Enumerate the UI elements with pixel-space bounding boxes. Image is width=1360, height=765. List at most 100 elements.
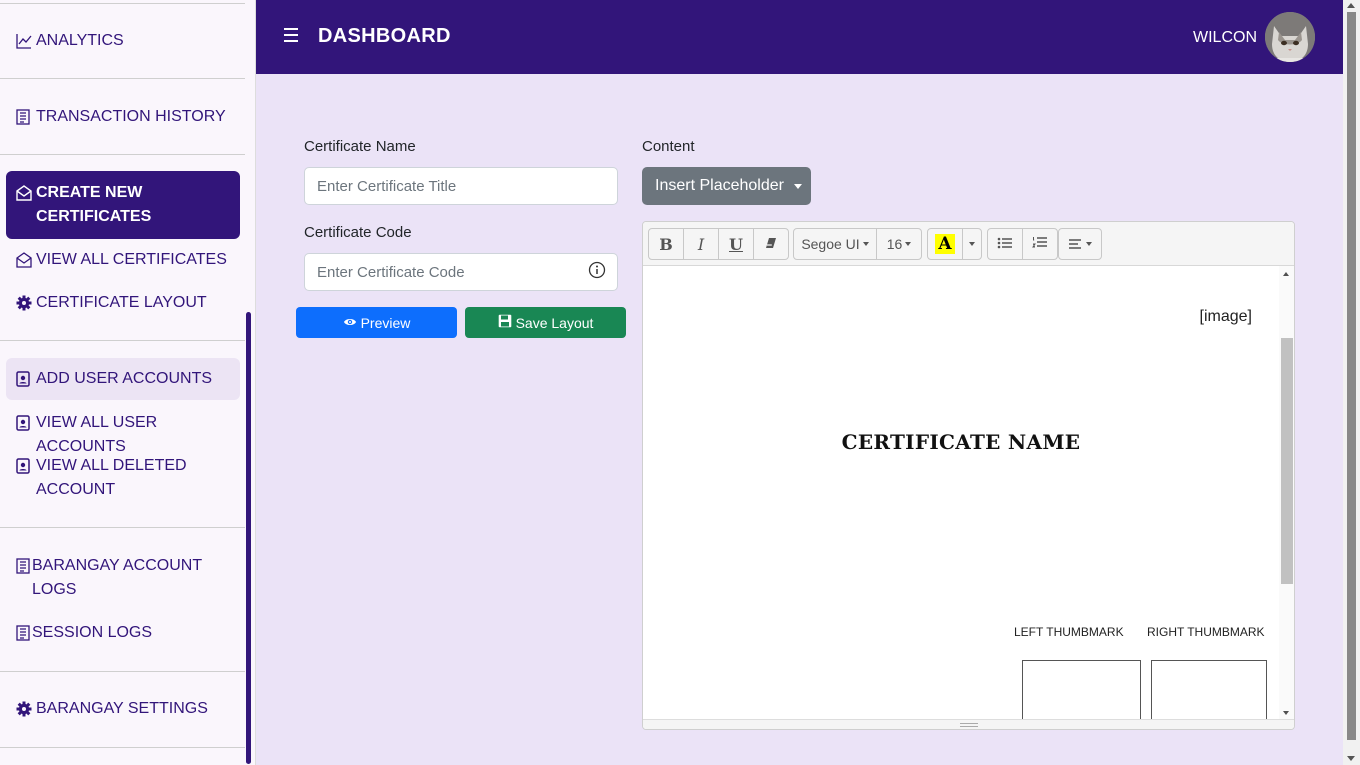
font-size-value: 16 xyxy=(886,236,903,252)
floppy-disk-icon xyxy=(498,314,512,331)
page-title: DASHBOARD xyxy=(318,25,451,47)
rich-text-editor: B I U Segoe UI 16 A [image] CERTIFICATE … xyxy=(642,221,1295,730)
sidebar-item-label: VIEW ALL CERTIFICATES xyxy=(36,251,227,268)
scroll-up-arrow-icon[interactable] xyxy=(1283,272,1289,276)
username[interactable]: WILCON xyxy=(1193,29,1257,47)
person-badge-icon xyxy=(16,411,36,435)
hamburger-menu-icon[interactable] xyxy=(284,28,298,46)
preview-button-label: Preview xyxy=(360,314,411,331)
sidebar-item-view-all-certificates[interactable]: VIEW ALL CERTIFICATES xyxy=(6,248,240,272)
sidebar-item-label: CERTIFICATE LAYOUT xyxy=(36,294,207,311)
certificate-code-label: Certificate Code xyxy=(304,224,412,241)
save-layout-button[interactable]: Save Layout xyxy=(465,307,626,338)
caret-down-icon xyxy=(862,242,869,246)
sidebar-divider xyxy=(0,78,245,79)
insert-placeholder-dropdown[interactable]: Insert Placeholder xyxy=(642,167,811,205)
sidebar-item-analytics[interactable]: ANALYTICS xyxy=(6,29,240,53)
grip-icon xyxy=(960,723,978,727)
preview-button[interactable]: Preview xyxy=(296,307,457,338)
italic-icon: I xyxy=(697,234,705,254)
caret-down-icon xyxy=(793,183,802,189)
bold-icon: B xyxy=(659,234,673,254)
sidebar-item-label: ADD USER ACCOUNTS xyxy=(36,370,213,387)
certificate-name-placeholder: CERTIFICATE NAME xyxy=(841,430,1081,454)
sidebar-divider xyxy=(0,340,245,341)
text-color-dropdown[interactable] xyxy=(962,228,982,260)
editor-scroll-thumb[interactable] xyxy=(1281,338,1293,584)
clear-format-button[interactable] xyxy=(753,228,789,260)
sidebar-item-certificate-layout[interactable]: CERTIFICATE LAYOUT xyxy=(6,291,240,315)
certificate-code-input[interactable]: Enter Certificate Code xyxy=(304,253,577,291)
receipt-icon xyxy=(16,105,36,129)
page-scroll-thumb[interactable] xyxy=(1347,12,1356,740)
chart-line-icon xyxy=(16,29,36,53)
sidebar-divider xyxy=(0,747,245,748)
font-color-icon: A xyxy=(935,234,955,254)
sidebar-item-view-all-deleted-account[interactable]: VIEW ALL DELETED ACCOUNT xyxy=(6,454,240,502)
caret-down-icon xyxy=(905,242,912,246)
sidebar-divider xyxy=(0,3,245,4)
avatar[interactable] xyxy=(1265,12,1315,62)
sidebar-item-label: ANALYTICS xyxy=(36,32,124,49)
sidebar-scrollbar[interactable] xyxy=(246,312,251,764)
certificate-name-label: Certificate Name xyxy=(304,138,416,155)
person-badge-icon xyxy=(16,454,36,478)
scroll-up-arrow-icon[interactable] xyxy=(1347,3,1355,8)
underline-button[interactable]: U xyxy=(718,228,754,260)
editor-resize-handle[interactable] xyxy=(643,719,1294,729)
unordered-list-button[interactable] xyxy=(987,228,1023,260)
info-circle-icon xyxy=(588,261,606,284)
sidebar-item-label: VIEW ALL USER ACCOUNTS xyxy=(36,414,158,455)
sidebar-item-barangay-settings[interactable]: BARANGAY SETTINGS xyxy=(6,697,240,721)
ordered-list-button[interactable] xyxy=(1022,228,1058,260)
sidebar-item-session-logs[interactable]: SESSION LOGS xyxy=(6,621,240,645)
top-header: DASHBOARD WILCON xyxy=(256,0,1343,74)
editor-scrollbar[interactable] xyxy=(1279,266,1294,721)
list-bullets-icon xyxy=(997,236,1013,252)
caret-down-icon xyxy=(969,242,975,246)
left-thumbmark-box xyxy=(1022,660,1141,721)
text-color-button[interactable]: A xyxy=(927,228,963,260)
save-layout-button-label: Save Layout xyxy=(515,314,594,331)
gear-icon xyxy=(16,291,36,315)
sidebar-item-label: VIEW ALL DELETED ACCOUNT xyxy=(36,457,187,498)
sidebar-item-transaction-history[interactable]: TRANSACTION HISTORY xyxy=(6,105,240,129)
align-left-icon xyxy=(1068,236,1083,252)
font-size-dropdown[interactable]: 16 xyxy=(876,228,922,260)
list-numbers-icon xyxy=(1032,236,1048,253)
page-scrollbar[interactable] xyxy=(1343,0,1360,765)
sidebar-divider xyxy=(0,671,245,672)
image-placeholder: [image] xyxy=(1199,308,1252,325)
sidebar-item-create-new-certificates[interactable]: CREATE NEW CERTIFICATES xyxy=(6,171,240,239)
sidebar-item-label: BARANGAY ACCOUNT LOGS xyxy=(32,557,202,598)
sidebar-item-barangay-account-logs[interactable]: BARANGAY ACCOUNT LOGS xyxy=(6,554,240,602)
sidebar-item-label: BARANGAY SETTINGS xyxy=(36,700,208,717)
paragraph-align-dropdown[interactable] xyxy=(1058,228,1102,260)
receipt-icon xyxy=(16,554,32,578)
content-label: Content xyxy=(642,138,695,155)
eraser-icon xyxy=(765,236,777,252)
person-badge-icon xyxy=(16,367,36,391)
italic-button[interactable]: I xyxy=(683,228,719,260)
sidebar: ANALYTICS TRANSACTION HISTORY CREATE NEW… xyxy=(0,0,256,765)
sidebar-item-label: CREATE NEW CERTIFICATES xyxy=(36,184,152,225)
right-thumbmark-box xyxy=(1151,660,1267,721)
sidebar-item-add-user-accounts[interactable]: ADD USER ACCOUNTS xyxy=(6,358,240,400)
certificate-name-input[interactable]: Enter Certificate Title xyxy=(304,167,618,205)
info-button[interactable] xyxy=(576,253,618,291)
bold-button[interactable]: B xyxy=(648,228,684,260)
caret-down-icon xyxy=(1085,242,1092,246)
sidebar-item-label: TRANSACTION HISTORY xyxy=(36,108,226,125)
receipt-icon xyxy=(16,621,32,645)
scroll-down-arrow-icon[interactable] xyxy=(1283,711,1289,715)
sidebar-divider xyxy=(0,154,245,155)
sidebar-item-label: SESSION LOGS xyxy=(32,624,153,641)
right-thumbmark-label: RIGHT THUMBMARK xyxy=(1147,625,1265,639)
font-family-value: Segoe UI xyxy=(801,236,860,252)
gear-icon xyxy=(16,697,36,721)
underline-icon: U xyxy=(729,234,743,254)
font-family-dropdown[interactable]: Segoe UI xyxy=(793,228,877,260)
scroll-down-arrow-icon[interactable] xyxy=(1347,756,1355,761)
editor-content-area[interactable]: [image] CERTIFICATE NAME LEFT THUMBMARK … xyxy=(643,266,1279,721)
sidebar-item-view-all-user-accounts[interactable]: VIEW ALL USER ACCOUNTS xyxy=(6,411,240,459)
